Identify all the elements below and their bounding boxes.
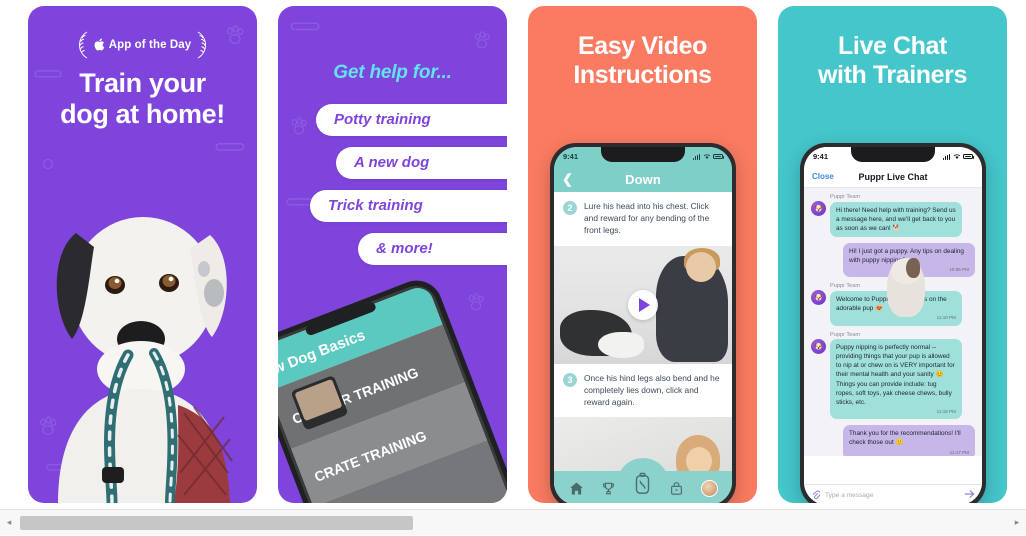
home-icon[interactable] xyxy=(569,481,584,496)
message-timestamp: 11:15 PM xyxy=(836,409,956,416)
panel-headline: Get help for... xyxy=(278,62,507,84)
headline-line-1: Easy Video xyxy=(528,32,757,61)
headline-line-1: Train your xyxy=(28,68,257,99)
step-text: Once his hind legs also bend and he comp… xyxy=(584,372,722,409)
chat-message-row: 🐶 Puppr Team Hi there! Need help with tr… xyxy=(811,194,975,237)
headline-line-2: with Trainers xyxy=(778,61,1007,90)
badge-label: App of the Day xyxy=(109,39,192,51)
tilted-phone-mockup: w Dog Basics CLICKER TRAINING CRATE TRAI… xyxy=(278,251,507,503)
profile-avatar[interactable] xyxy=(701,480,718,497)
scroll-left-button[interactable]: ◂ xyxy=(0,510,18,536)
message-sender: Puppr Team xyxy=(830,332,962,338)
video-nav-bar: ❮ Down xyxy=(554,166,732,192)
headline-line-2: Instructions xyxy=(528,61,757,90)
bone-doodle-icon xyxy=(290,18,320,35)
help-topic-pill[interactable]: Potty training xyxy=(316,104,507,136)
panel-headline: Train your dog at home! xyxy=(28,68,257,131)
headline-line-1: Live Chat xyxy=(778,32,1007,61)
message-sender: Puppr Team xyxy=(830,194,962,200)
headline-line-2: dog at home! xyxy=(28,99,257,130)
message-timestamp: 10:55 PM xyxy=(849,267,969,274)
scrollbar-thumb[interactable] xyxy=(20,516,413,530)
chat-bubble-outgoing: Thank you for the recommendations! I'll … xyxy=(843,425,975,456)
message-input[interactable]: Type a message xyxy=(825,492,959,499)
puppr-avatar-icon: 🐶 xyxy=(811,201,826,216)
chat-bubble-incoming: Hi there! Need help with training? Send … xyxy=(830,202,962,237)
gallery-panel-app-of-the-day[interactable]: App of the Day Train your dog at home! xyxy=(28,6,257,503)
gallery-panel-live-chat[interactable]: Live Chat with Trainers 9:41 xyxy=(778,6,1007,503)
instruction-step: 3 Once his hind legs also bend and he co… xyxy=(554,364,732,418)
help-topic-pill[interactable]: A new dog xyxy=(336,147,507,179)
chat-message-list[interactable]: 🐶 Puppr Team Hi there! Need help with tr… xyxy=(804,188,982,456)
video-nav-title: Down xyxy=(625,172,661,187)
send-icon[interactable] xyxy=(964,489,975,501)
treat-icon[interactable] xyxy=(633,472,652,496)
laurel-left-icon xyxy=(77,30,90,60)
chat-message-row: Hi! I just got a puppy. Any tips on deal… xyxy=(811,243,975,278)
scrollbar-track[interactable] xyxy=(18,510,1008,536)
step-text: Lure his head into his chest. Click and … xyxy=(584,200,722,237)
chat-message-row: Thank you for the recommendations! I'll … xyxy=(811,425,975,456)
message-timestamp: 11:17 PM xyxy=(849,450,969,456)
chat-bubble-incoming: Puppy nipping is perfectly normal -- pro… xyxy=(830,339,962,419)
scroll-right-button[interactable]: ▸ xyxy=(1008,510,1026,536)
status-time: 9:41 xyxy=(563,152,578,161)
chat-header: Close Puppr Live Chat xyxy=(804,166,982,188)
gallery-panel-get-help[interactable]: Get help for... Potty training A new dog… xyxy=(278,6,507,503)
wifi-icon xyxy=(953,153,961,160)
apple-logo-icon xyxy=(94,38,105,53)
panel-headline: Easy Video Instructions xyxy=(528,32,757,90)
video-player[interactable] xyxy=(554,246,732,364)
circle-doodle-icon xyxy=(42,158,54,170)
signal-icon xyxy=(943,154,950,160)
play-icon[interactable] xyxy=(628,290,658,320)
phone-notch xyxy=(851,147,935,162)
battery-icon xyxy=(963,154,973,159)
step-number: 3 xyxy=(563,373,577,387)
chevron-left-icon[interactable]: ❮ xyxy=(562,173,573,186)
message-text: Thank you for the recommendations! I'll … xyxy=(849,430,961,446)
status-time: 9:41 xyxy=(813,152,828,161)
gallery-panel-easy-video[interactable]: Easy Video Instructions 9:41 xyxy=(528,6,757,503)
signal-icon xyxy=(693,154,700,160)
wifi-icon xyxy=(703,153,711,160)
trophy-icon[interactable] xyxy=(601,481,616,496)
help-topic-pill[interactable]: Trick training xyxy=(310,190,507,222)
battery-icon xyxy=(713,154,723,159)
puppr-avatar-icon: 🐶 xyxy=(811,290,826,305)
dog-photo xyxy=(28,173,257,503)
help-topic-pill[interactable]: & more! xyxy=(358,233,507,265)
puppr-avatar-icon: 🐶 xyxy=(811,339,826,354)
phone-notch xyxy=(601,147,685,162)
chat-bubble-outgoing: Hi! I just got a puppy. Any tips on deal… xyxy=(843,243,975,278)
chat-message-row: 🐶 Puppr Team Puppy nipping is perfectly … xyxy=(811,332,975,420)
message-text: Puppy nipping is perfectly normal -- pro… xyxy=(836,344,955,406)
laurel-right-icon xyxy=(195,30,208,60)
step-number: 2 xyxy=(563,201,577,215)
bag-icon[interactable] xyxy=(669,481,684,496)
help-topic-pill-list: Potty training A new dog Trick training … xyxy=(278,104,507,276)
screenshot-gallery[interactable]: App of the Day Train your dog at home! xyxy=(0,0,1026,509)
chat-composer[interactable]: Type a message xyxy=(804,484,982,503)
bottom-tab-bar[interactable] xyxy=(554,471,732,503)
message-timestamp: 11:10 PM xyxy=(836,315,956,322)
horizontal-scrollbar[interactable]: ◂ ▸ xyxy=(0,509,1026,535)
phone-mockup-chat: 9:41 Close Puppr Live Chat xyxy=(800,143,986,503)
app-of-the-day-badge: App of the Day xyxy=(28,30,257,60)
paperclip-icon[interactable] xyxy=(811,489,820,502)
paw-doodle-icon xyxy=(471,30,493,52)
instruction-step: 2 Lure his head into his chest. Click an… xyxy=(554,192,732,246)
panel-headline: Live Chat with Trainers xyxy=(778,32,1007,90)
close-button[interactable]: Close xyxy=(812,172,834,181)
bone-doodle-icon xyxy=(215,138,245,156)
phone-mockup-video: 9:41 ❮ Down 2 Lure xyxy=(550,143,736,503)
